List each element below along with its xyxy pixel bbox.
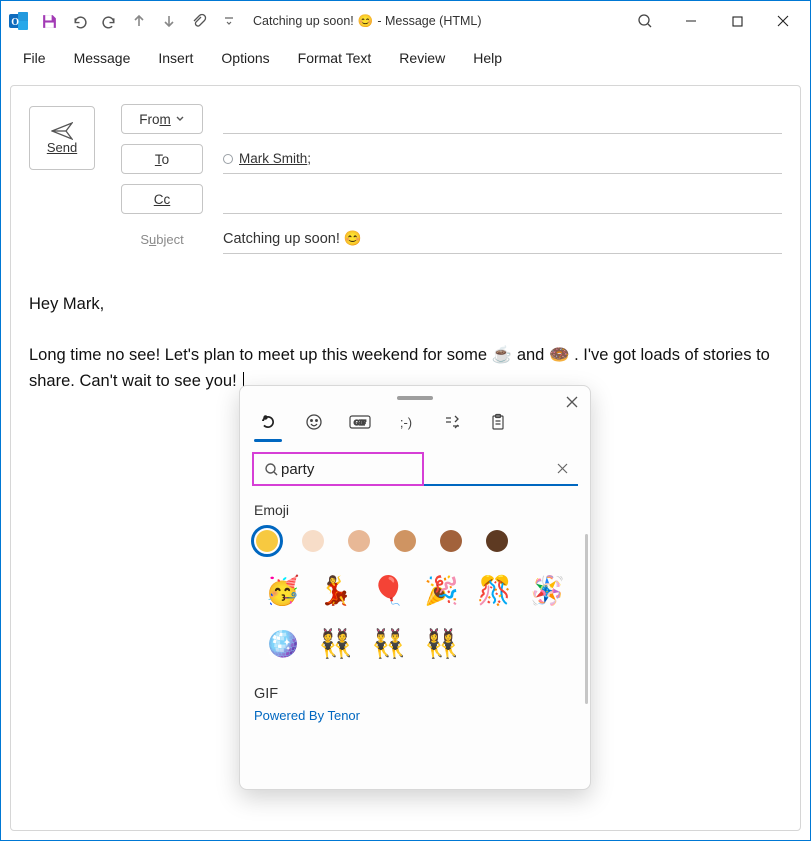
- scrollbar[interactable]: [585, 534, 588, 704]
- send-label: Send: [47, 140, 77, 155]
- subject-label: Subject: [121, 224, 203, 254]
- from-field[interactable]: [223, 104, 782, 134]
- window-title-text-b: - Message (HTML): [377, 14, 481, 28]
- cc-label: Cc: [154, 192, 171, 207]
- emoji-result[interactable]: 🪅: [521, 574, 574, 607]
- close-icon[interactable]: [566, 396, 578, 408]
- cc-button[interactable]: Cc: [121, 184, 203, 214]
- emoji-result[interactable]: 🎉: [415, 574, 468, 607]
- tab-recent[interactable]: [256, 410, 280, 434]
- skin-tone-option[interactable]: [348, 530, 370, 552]
- from-label: From: [139, 112, 171, 127]
- tab-kaomoji[interactable]: ;-): [394, 410, 418, 434]
- picker-search-box[interactable]: [252, 452, 424, 486]
- menu-insert[interactable]: Insert: [144, 44, 207, 72]
- emoji-result[interactable]: 🥳: [256, 574, 309, 607]
- coffee-emoji: ☕: [492, 346, 513, 364]
- recipient-name: Mark Smith: [239, 151, 307, 166]
- clear-search-icon[interactable]: [557, 463, 568, 474]
- save-icon[interactable]: [35, 7, 63, 35]
- emoji-result[interactable]: 💃: [309, 574, 362, 607]
- close-button[interactable]: [760, 5, 806, 37]
- skin-tone-row: [250, 528, 580, 556]
- menu-review[interactable]: Review: [385, 44, 459, 72]
- to-field[interactable]: Mark Smith ;: [223, 144, 782, 174]
- subject-field[interactable]: Catching up soon! 😊: [223, 224, 782, 254]
- message-body[interactable]: Hey Mark, Long time no see! Let's plan t…: [29, 292, 782, 394]
- section-emoji-label: Emoji: [254, 502, 576, 518]
- emoji-picker-panel: GIF ;-) Emoji 🥳💃🎈🎉🎊🪅 🪩👯👯‍♂️👯‍♀️ GIF Power…: [239, 385, 591, 790]
- emoji-result[interactable]: 🪩: [256, 627, 309, 660]
- svg-text:GIF: GIF: [354, 419, 366, 427]
- from-button[interactable]: From: [121, 104, 203, 134]
- menu-bar: File Message Insert Options Format Text …: [1, 41, 810, 75]
- emoji-grid: 🥳💃🎈🎉🎊🪅 🪩👯👯‍♂️👯‍♀️: [250, 556, 580, 660]
- maximize-button[interactable]: [714, 5, 760, 37]
- previous-item-icon[interactable]: [125, 7, 153, 35]
- emoji-result[interactable]: 👯‍♀️: [415, 627, 468, 660]
- cc-field[interactable]: [223, 184, 782, 214]
- undo-icon[interactable]: [65, 7, 93, 35]
- menu-options[interactable]: Options: [207, 44, 283, 72]
- donut-emoji: 🍩: [549, 346, 570, 364]
- tab-clipboard[interactable]: [486, 410, 510, 434]
- menu-format-text[interactable]: Format Text: [284, 44, 386, 72]
- body-text-a: Long time no see! Let's plan to meet up …: [29, 346, 492, 364]
- emoji-result[interactable]: 👯: [309, 627, 362, 660]
- to-label: To: [155, 152, 169, 167]
- app-icon: O: [5, 7, 33, 35]
- window-title-text-a: Catching up soon!: [253, 14, 354, 28]
- send-button[interactable]: Send: [29, 106, 95, 170]
- tab-symbols[interactable]: [440, 410, 464, 434]
- chevron-down-icon: [175, 114, 185, 124]
- qat-overflow-icon[interactable]: [215, 7, 243, 35]
- window-title-emoji: 😊: [358, 14, 374, 29]
- minimize-button[interactable]: [668, 5, 714, 37]
- tab-emoji[interactable]: [302, 410, 326, 434]
- body-text-mid: and: [517, 346, 549, 364]
- search-icon[interactable]: [622, 5, 668, 37]
- skin-tone-option[interactable]: [256, 530, 278, 552]
- subject-value: Catching up soon! 😊: [223, 230, 362, 247]
- to-button[interactable]: To: [121, 144, 203, 174]
- attach-icon[interactable]: [185, 7, 213, 35]
- next-item-icon[interactable]: [155, 7, 183, 35]
- svg-text:O: O: [11, 17, 19, 28]
- drag-handle[interactable]: [397, 396, 433, 400]
- picker-search-row: [252, 452, 578, 486]
- skin-tone-option[interactable]: [302, 530, 324, 552]
- emoji-result[interactable]: 🎊: [468, 574, 521, 607]
- emoji-result[interactable]: 👯‍♂️: [362, 627, 415, 660]
- menu-help[interactable]: Help: [459, 44, 516, 72]
- section-gif-label: GIF: [254, 686, 576, 702]
- picker-search-input[interactable]: [279, 460, 389, 479]
- search-icon: [264, 462, 279, 477]
- powered-by-tenor[interactable]: Powered By Tenor: [254, 708, 576, 723]
- skin-tone-option[interactable]: [486, 530, 508, 552]
- body-greeting: Hey Mark,: [29, 292, 782, 318]
- picker-tabs: GIF ;-): [250, 404, 580, 434]
- title-bar: O Catching up soon! 😊 - Message (HTML): [1, 1, 810, 41]
- presence-icon: [223, 154, 233, 164]
- emoji-result[interactable]: 🎈: [362, 574, 415, 607]
- skin-tone-option[interactable]: [440, 530, 462, 552]
- recipient-chip[interactable]: Mark Smith: [223, 151, 307, 166]
- menu-message[interactable]: Message: [60, 44, 145, 72]
- skin-tone-option[interactable]: [394, 530, 416, 552]
- redo-icon[interactable]: [95, 7, 123, 35]
- menu-file[interactable]: File: [9, 44, 60, 72]
- window-title: Catching up soon! 😊 - Message (HTML): [253, 14, 482, 29]
- tab-gif[interactable]: GIF: [348, 410, 372, 434]
